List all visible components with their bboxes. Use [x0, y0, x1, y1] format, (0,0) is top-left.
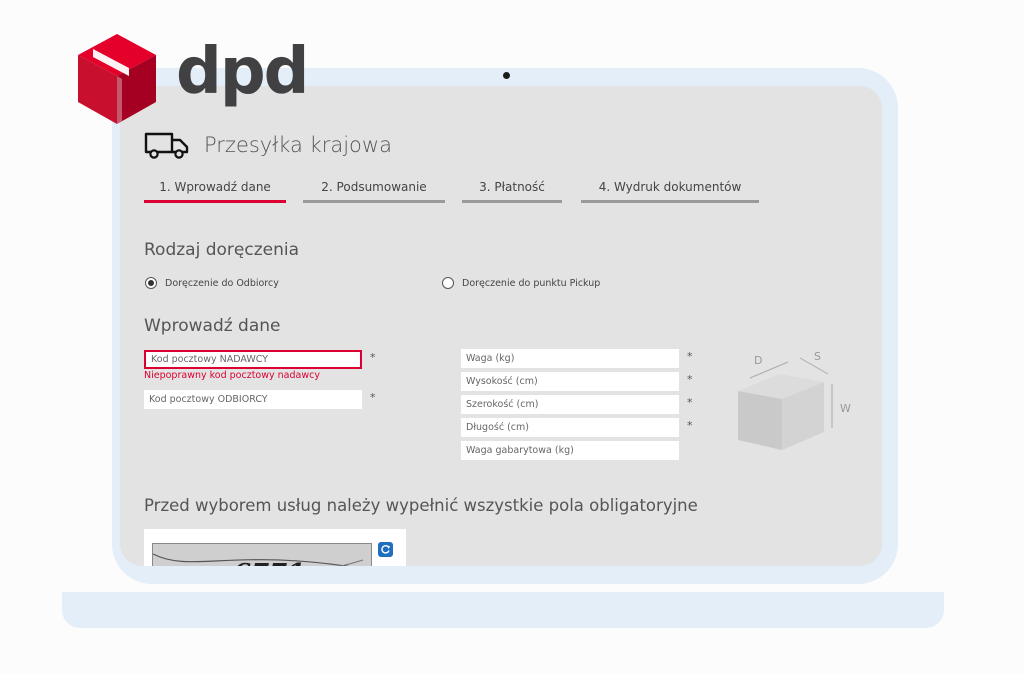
length-input[interactable]: Długość (cm) [461, 418, 679, 437]
captcha-noise: 6771 [152, 553, 364, 566]
weight-input[interactable]: Waga (kg) [461, 349, 679, 368]
dimensional-weight-input[interactable]: Waga gabarytowa (kg) [461, 441, 679, 460]
dimension-label-d: D [754, 354, 762, 367]
required-fields-notice: Przed wyborem usług należy wypełnić wszy… [144, 496, 698, 515]
required-mark: * [370, 351, 376, 364]
delivery-type-title: Rodzaj doręczenia [144, 240, 299, 260]
radio-circle[interactable] [442, 277, 454, 289]
dimension-label-w: W [840, 402, 851, 415]
laptop-camera [503, 72, 510, 79]
required-mark: * [687, 350, 693, 363]
sender-zip-error: Niepoprawny kod pocztowy nadawcy [144, 370, 320, 381]
required-mark: * [687, 373, 693, 386]
captcha-refresh-button[interactable] [378, 542, 393, 557]
required-mark: * [370, 391, 376, 404]
page-header: Przesyłka krajowa [144, 130, 392, 160]
page-title: Przesyłka krajowa [204, 133, 392, 157]
required-mark: * [687, 396, 693, 409]
sender-zip-input[interactable]: Kod pocztowy NADAWCY [144, 350, 362, 369]
van-icon [144, 132, 189, 159]
radio-selected-dot [148, 280, 154, 286]
step-enter-data[interactable]: 1. Wprowadź dane [144, 180, 286, 203]
height-input[interactable]: Wysokość (cm) [461, 372, 679, 391]
radio-deliver-to-pickup[interactable]: Doręczenie do punktu Pickup [442, 277, 600, 289]
radio-deliver-to-recipient[interactable]: Doręczenie do Odbiorcy [145, 277, 279, 289]
refresh-icon [381, 545, 390, 554]
radio-label: Doręczenie do Odbiorcy [165, 277, 279, 289]
radio-label: Doręczenie do punktu Pickup [462, 277, 601, 289]
radio-circle[interactable] [145, 277, 157, 289]
step-summary[interactable]: 2. Podsumowanie [303, 180, 445, 203]
laptop-base [62, 592, 944, 628]
captcha-image: 6771 [152, 543, 372, 566]
step-payment[interactable]: 3. Płatność [462, 180, 562, 203]
required-mark: * [687, 419, 693, 432]
dpd-logo-text: dpd [176, 35, 309, 109]
captcha-panel: 6771 [144, 529, 406, 566]
step-print-documents[interactable]: 4. Wydruk dokumentów [581, 180, 759, 203]
dpd-logo-cube-icon [78, 34, 156, 124]
recipient-zip-input[interactable]: Kod pocztowy ODBIORCY [144, 390, 362, 409]
captcha-text: 6771 [233, 559, 305, 566]
package-dimensions-diagram: D S W [738, 350, 851, 450]
width-input[interactable]: Szerokość (cm) [461, 395, 679, 414]
enter-data-title: Wprowadź dane [144, 316, 281, 336]
stage: Przesyłka krajowa 1. Wprowadź dane 2. Po… [0, 0, 1024, 674]
screen: Przesyłka krajowa 1. Wprowadź dane 2. Po… [120, 86, 882, 566]
dimension-label-s: S [814, 350, 821, 363]
